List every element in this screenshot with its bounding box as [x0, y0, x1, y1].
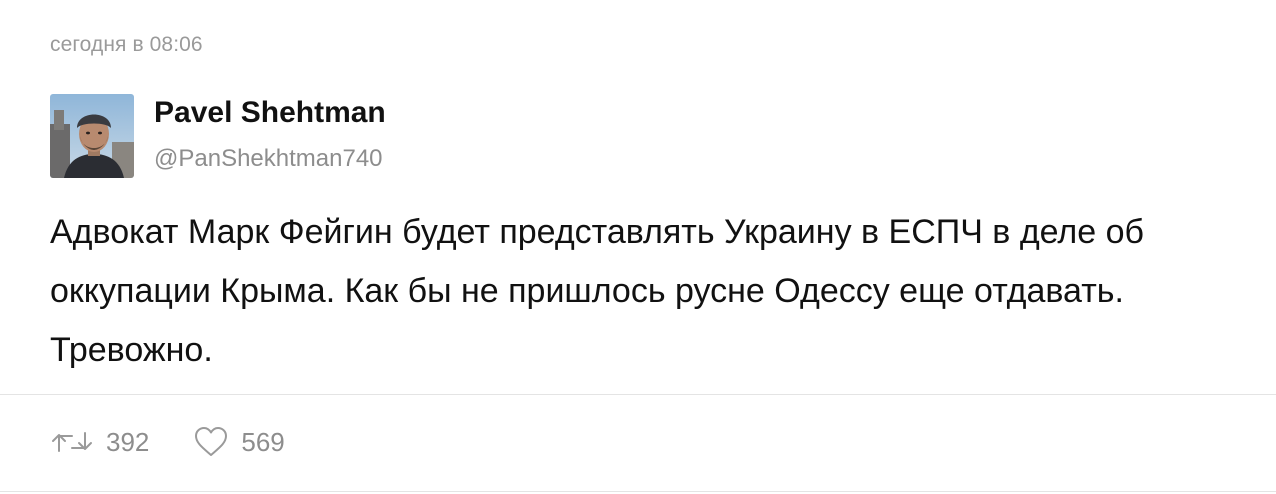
heart-icon [193, 426, 229, 458]
bottom-divider [0, 491, 1276, 492]
post-actions: 392 569 [50, 422, 285, 462]
retweet-icon [50, 429, 94, 455]
retweet-button[interactable]: 392 [50, 427, 149, 458]
post-text: Адвокат Марк Фейгин будет представлять У… [50, 213, 1145, 369]
author-display-name[interactable]: Pavel Shehtman [154, 95, 386, 131]
post-timestamp[interactable]: сегодня в 08:06 [50, 33, 203, 57]
retweet-count: 392 [106, 426, 150, 457]
tweet-card: сегодня в 08:06 Pavel Shehtman @PanShekh… [0, 0, 1276, 494]
author-avatar[interactable] [50, 94, 134, 178]
avatar-photo-icon [50, 94, 134, 178]
actions-divider [0, 394, 1276, 395]
like-count: 569 [241, 426, 285, 457]
author-names: Pavel Shehtman @PanShekhtman740 [154, 94, 386, 174]
like-button[interactable]: 569 [193, 426, 285, 458]
author-handle[interactable]: @PanShekhtman740 [154, 144, 386, 174]
author-block[interactable]: Pavel Shehtman @PanShekhtman740 [50, 94, 386, 178]
